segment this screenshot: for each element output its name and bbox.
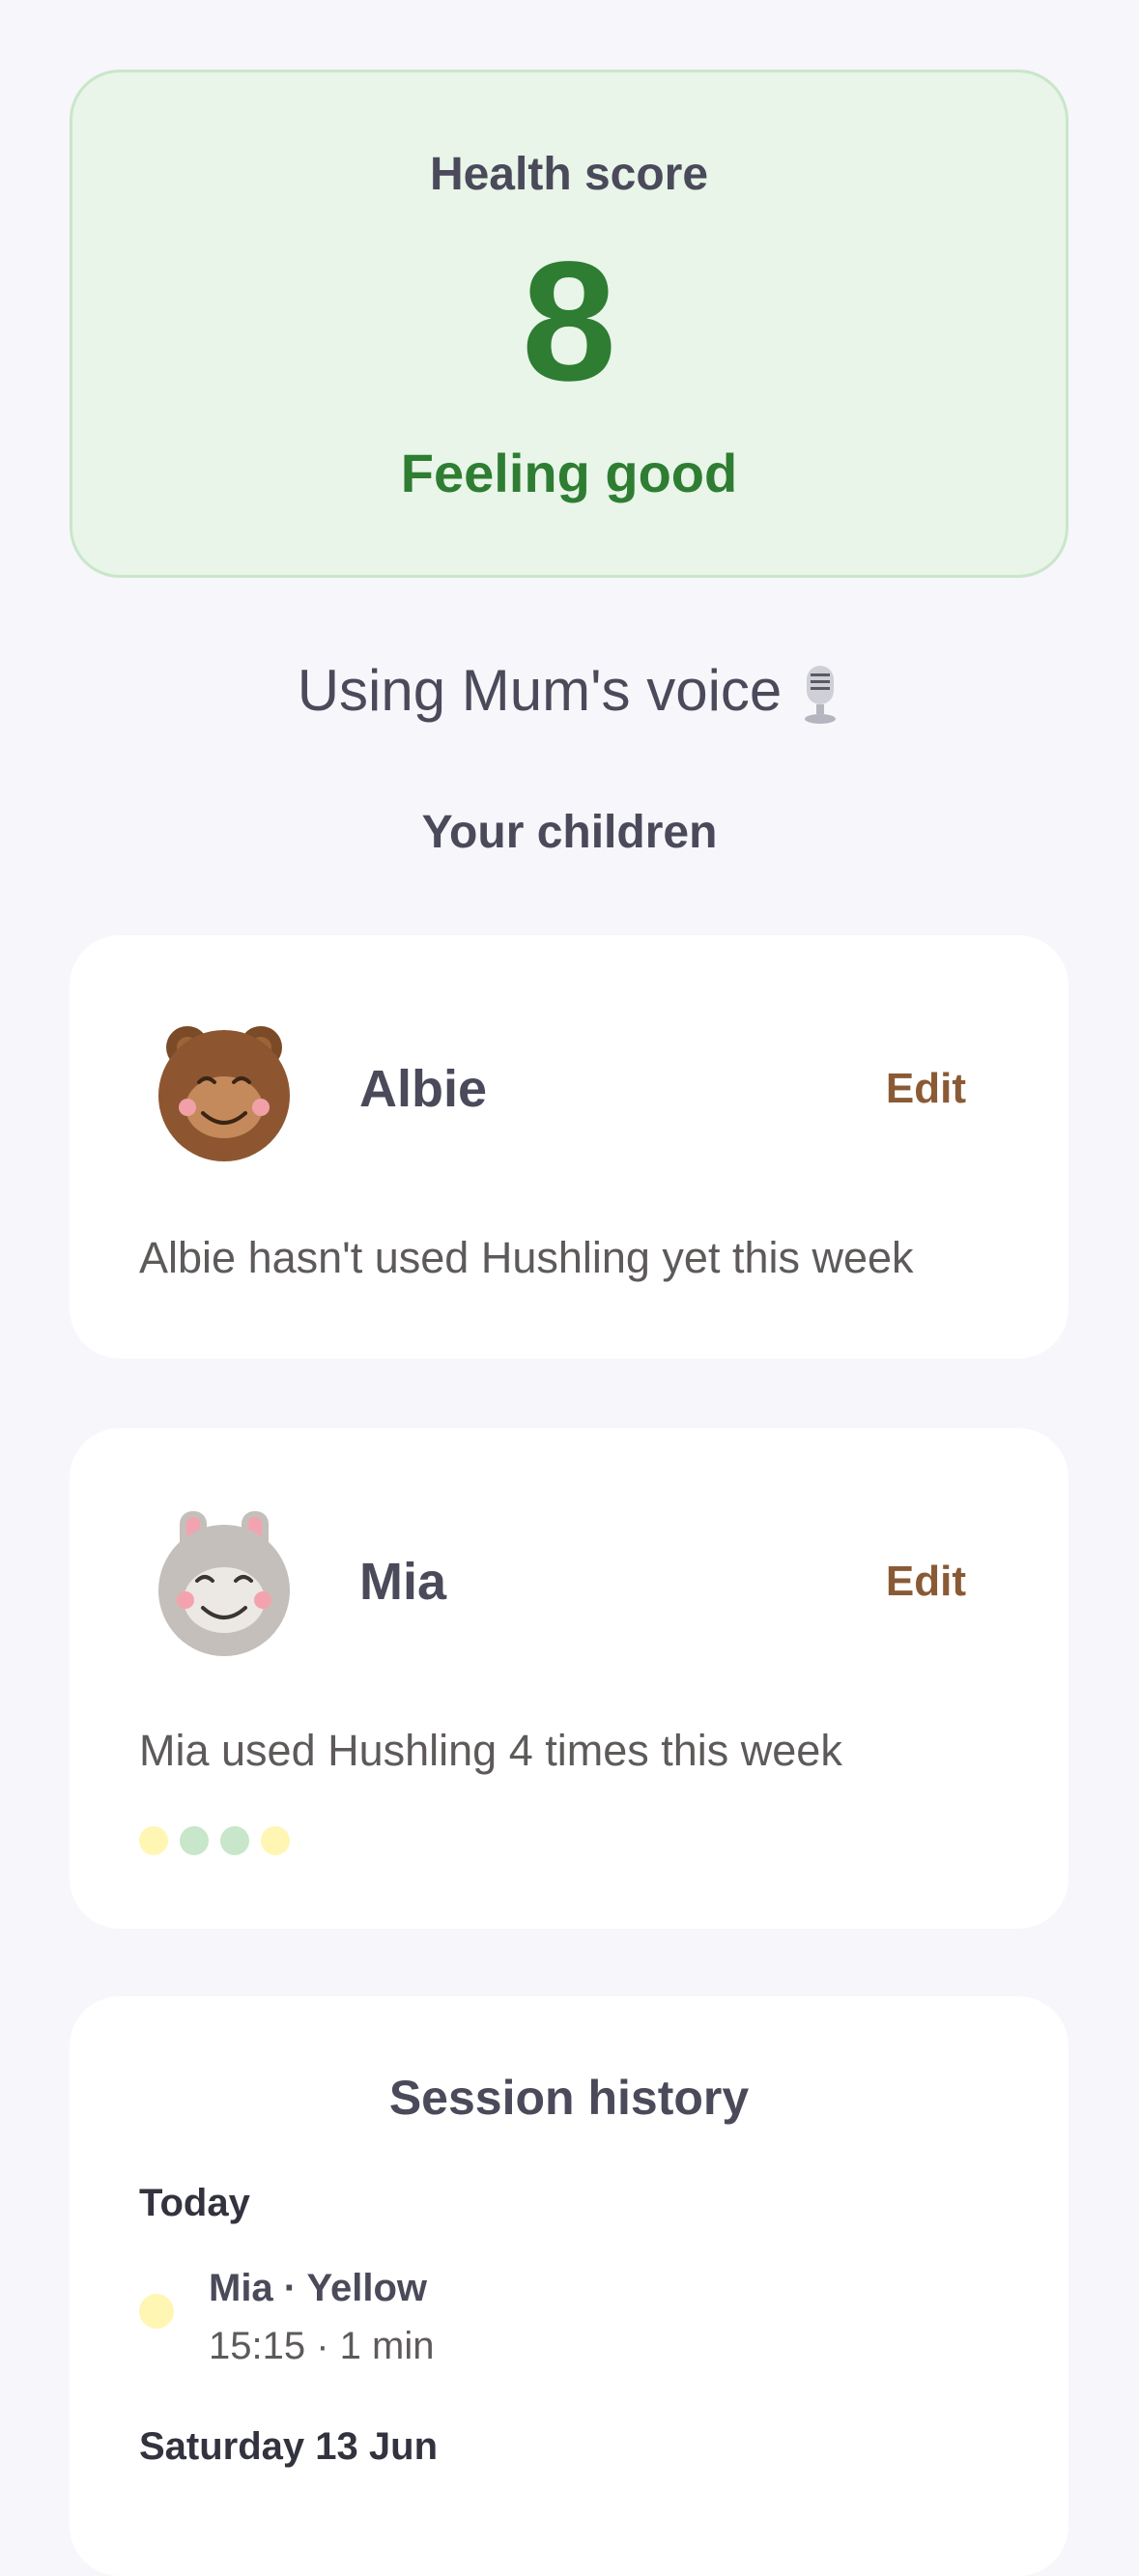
child-card-mia: Mia Edit Mia used Hushling 4 times this … [70,1428,1068,1929]
history-day-label: Saturday 13 Jun [139,2425,439,2468]
weekly-session-dots [139,1826,290,1855]
session-dot [180,1826,209,1855]
bear-avatar-icon [155,1018,294,1163]
child-card-albie: Albie Edit Albie hasn't used Hushling ye… [70,935,1068,1359]
health-score-value: 8 [522,227,616,416]
voice-indicator: Using Mum's voice [0,657,1139,734]
voice-text: Using Mum's voice [297,658,783,723]
session-title[interactable]: Mia · Yellow [209,2267,427,2310]
children-section-title: Your children [421,807,718,858]
session-dot [261,1826,290,1855]
session-dot [220,1826,249,1855]
edit-child-button[interactable]: Edit [886,1558,966,1606]
microphone-icon [799,664,841,726]
history-day-label: Today [139,2182,250,2224]
child-name: Mia [359,1553,447,1611]
edit-child-button[interactable]: Edit [886,1065,966,1113]
session-history-card: Session history Today Mia · Yellow 15:15… [70,1996,1068,2576]
health-score-card: Health score 8 Feeling good [70,70,1068,578]
child-usage-summary: Albie hasn't used Hushling yet this week [139,1233,914,1282]
session-history-title: Session history [388,2071,750,2125]
child-name: Albie [359,1060,488,1118]
session-meta: 15:15 · 1 min [209,2325,435,2367]
session-color-dot [139,2294,174,2329]
bunny-avatar-icon [155,1511,294,1656]
session-dot [139,1826,168,1855]
child-usage-summary: Mia used Hushling 4 times this week [139,1726,842,1775]
health-status-text: Feeling good [400,443,738,503]
health-score-label: Health score [429,149,709,200]
